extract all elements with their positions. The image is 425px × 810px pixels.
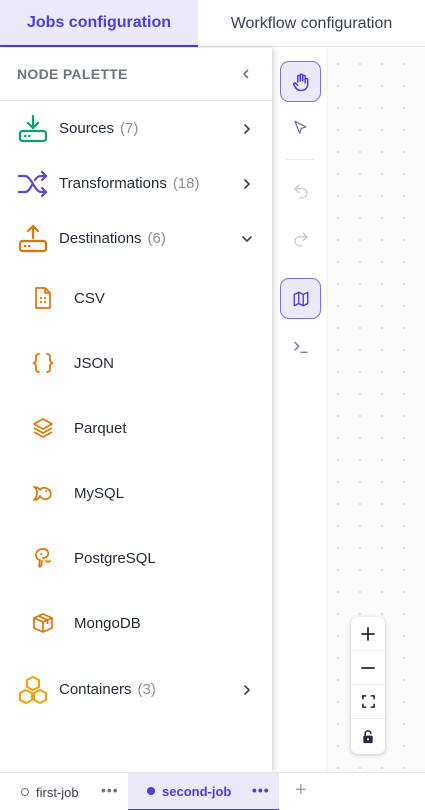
palette-header: NODE PALETTE [0,48,272,101]
terminal-button[interactable] [280,326,321,367]
category-count: (7) [120,120,139,137]
mysql-dolphin-icon [30,480,56,506]
layers-icon [30,415,56,441]
redo-icon [293,231,308,246]
upload-icon [16,222,50,256]
mongodb-box-icon [30,610,56,636]
category-count: (6) [147,230,166,247]
select-tool-button[interactable] [280,108,321,149]
node-label: Parquet [74,419,127,437]
minimap-toggle-button[interactable] [280,278,321,319]
category-label: Containers [59,681,132,698]
job-tab-label: second-job [162,783,232,799]
node-parquet[interactable]: Parquet [0,400,272,456]
json-braces-icon [30,350,56,376]
node-palette: NODE PALETTE Sources (7) Transformations (… [0,48,272,772]
lock-icon [363,729,373,743]
more-icon[interactable]: ••• [101,782,119,798]
terminal-icon [293,341,308,353]
zoom-in-button[interactable] [351,617,385,651]
node-mongodb[interactable]: MongoDB [0,595,272,651]
node-label: PostgreSQL [74,549,156,567]
node-mysql[interactable]: MySQL [0,465,272,521]
chevron-right-icon [240,177,254,191]
zoom-in-icon [361,626,375,641]
category-label: Destinations [59,230,142,247]
csv-file-icon [30,285,56,311]
postgres-elephant-icon [30,545,56,571]
chevron-right-icon [240,122,254,136]
tab-jobs-configuration[interactable]: Jobs configuration [0,0,198,47]
node-label: MongoDB [74,614,141,632]
category-count: (3) [137,681,156,698]
collapse-palette-button[interactable] [240,68,252,80]
category-label: Sources [59,120,115,137]
job-tab-label: first-job [36,784,79,800]
node-label: CSV [74,289,105,307]
fit-view-icon [361,695,375,708]
pointer-icon [294,120,307,134]
category-containers[interactable]: Containers (3) [0,662,272,717]
map-icon [293,291,308,306]
hand-tool-button[interactable] [280,61,321,102]
zoom-out-button[interactable] [351,651,385,685]
top-tabs: Jobs configuration Workflow configuratio… [0,0,425,47]
hand-icon [292,72,308,91]
toolbar-divider [286,159,315,160]
node-label: JSON [74,354,115,372]
shuffle-icon [16,167,50,201]
category-sources[interactable]: Sources (7) [0,101,272,156]
undo-button[interactable] [280,170,321,211]
boxes-icon [16,673,50,707]
palette-title: NODE PALETTE [17,66,128,82]
zoom-out-icon [361,666,375,669]
tab-workflow-configuration[interactable]: Workflow configuration [198,0,425,47]
chevron-right-icon [240,683,254,697]
job-status-dot [147,787,155,795]
node-label: MySQL [74,484,125,502]
redo-button[interactable] [280,218,321,259]
node-json[interactable]: JSON [0,335,272,391]
canvas-toolbar [272,48,328,772]
category-count: (18) [172,175,200,192]
add-job-button[interactable]: + [295,779,307,802]
fit-view-button[interactable] [351,685,385,719]
node-postgresql[interactable]: PostgreSQL [0,530,272,586]
category-label: Transformations [59,175,167,192]
category-destinations[interactable]: Destinations (6) [0,211,272,266]
undo-icon [293,183,308,198]
download-icon [16,112,50,146]
chevron-left-icon [243,69,249,79]
chevron-down-icon [240,232,254,246]
job-tabs-bar: first-job ••• second-job ••• + [0,772,425,810]
node-csv[interactable]: CSV [0,270,272,326]
lock-button[interactable] [351,719,385,753]
job-status-dot [21,788,29,796]
category-transformations[interactable]: Transformations (18) [0,156,272,211]
more-icon[interactable]: ••• [252,782,270,798]
job-tab-first-job[interactable]: first-job ••• [0,773,128,810]
zoom-controls [351,617,385,754]
job-tab-second-job[interactable]: second-job ••• [128,773,279,810]
